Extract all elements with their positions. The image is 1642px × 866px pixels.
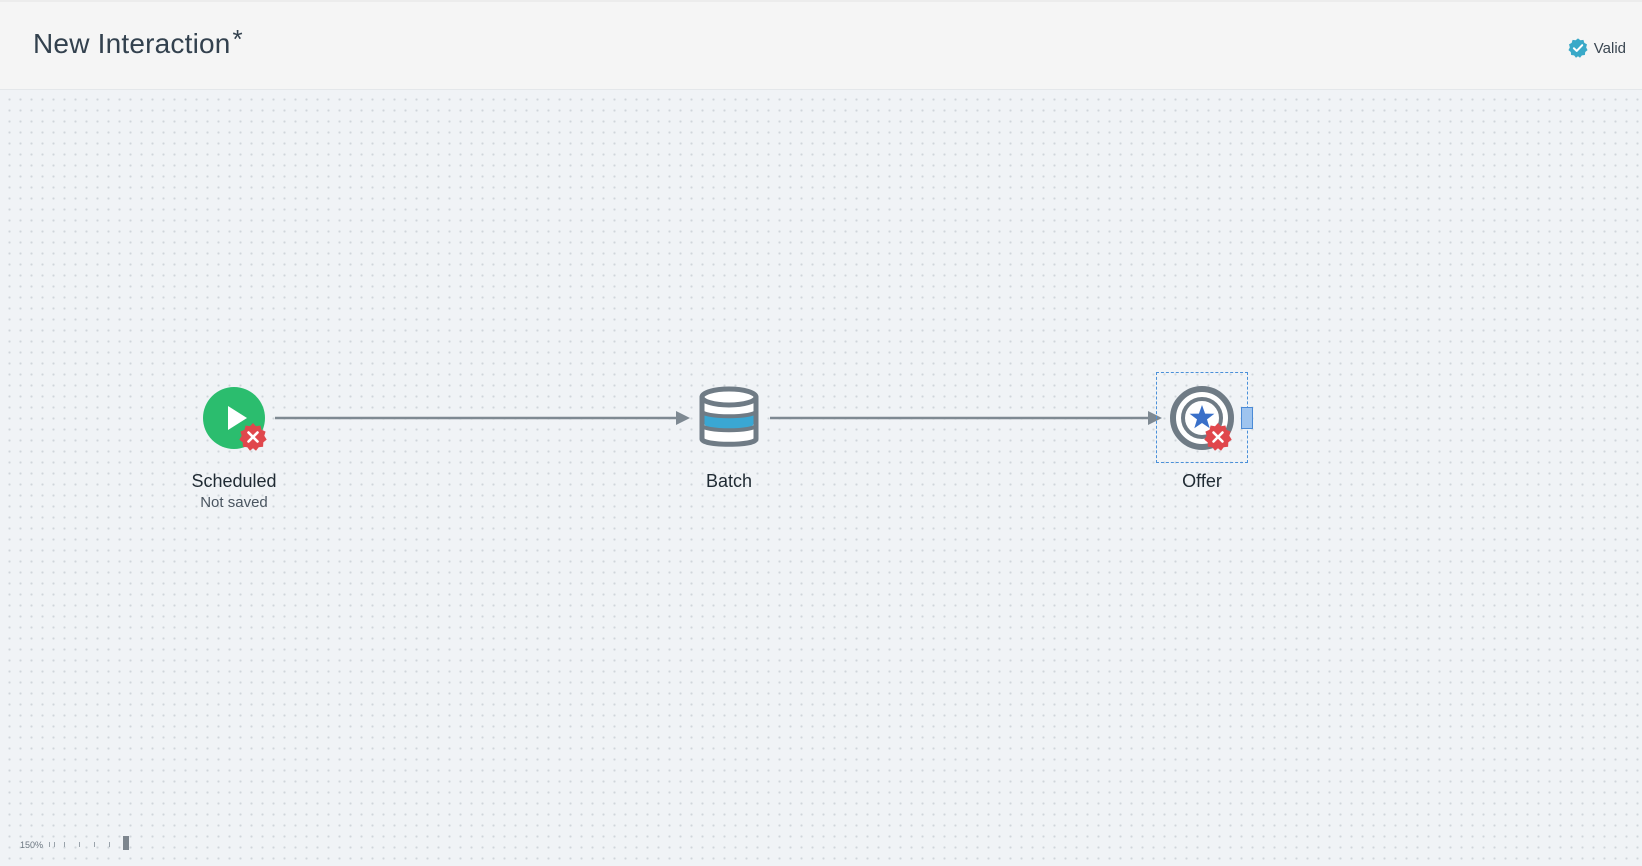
zoom-tick (54, 842, 56, 847)
page-title: New Interaction * (33, 24, 243, 60)
verified-badge-icon (1568, 38, 1588, 58)
zoom-slider-thumb[interactable] (123, 836, 130, 850)
zoom-tick (109, 842, 111, 847)
zoom-tick (64, 842, 66, 847)
node-batch-icon[interactable] (696, 385, 762, 451)
node-scheduled-icon[interactable] (201, 385, 267, 451)
zoom-tick (49, 842, 51, 847)
flow-canvas[interactable]: Scheduled Not saved Batch Offer 150% (0, 90, 1642, 866)
header-bar: New Interaction * Valid (0, 0, 1642, 90)
edge-batch-to-offer[interactable] (770, 411, 1162, 425)
node-scheduled-label: Scheduled (191, 471, 277, 491)
status-label: Valid (1593, 39, 1626, 57)
database-icon (699, 386, 759, 447)
node-batch[interactable]: Batch (679, 385, 779, 492)
zoom-control[interactable]: 150% (20, 836, 130, 850)
unsaved-indicator: * (232, 24, 243, 54)
node-scheduled[interactable]: Scheduled Not saved (184, 385, 284, 511)
zoom-level: 150% (20, 840, 44, 850)
zoom-tick (94, 842, 96, 847)
zoom-tick (79, 842, 81, 847)
output-port-handle[interactable] (1241, 407, 1253, 429)
selection-box (1156, 372, 1248, 463)
zoom-slider[interactable] (49, 836, 130, 850)
validation-status[interactable]: Valid (1567, 37, 1626, 59)
node-offer-label: Offer (1182, 471, 1222, 491)
node-scheduled-status: Not saved (200, 494, 268, 511)
error-badge-icon (239, 423, 267, 451)
edge-scheduled-to-batch[interactable] (275, 411, 690, 425)
interaction-title[interactable]: New Interaction (33, 28, 231, 60)
node-batch-label: Batch (705, 471, 753, 491)
